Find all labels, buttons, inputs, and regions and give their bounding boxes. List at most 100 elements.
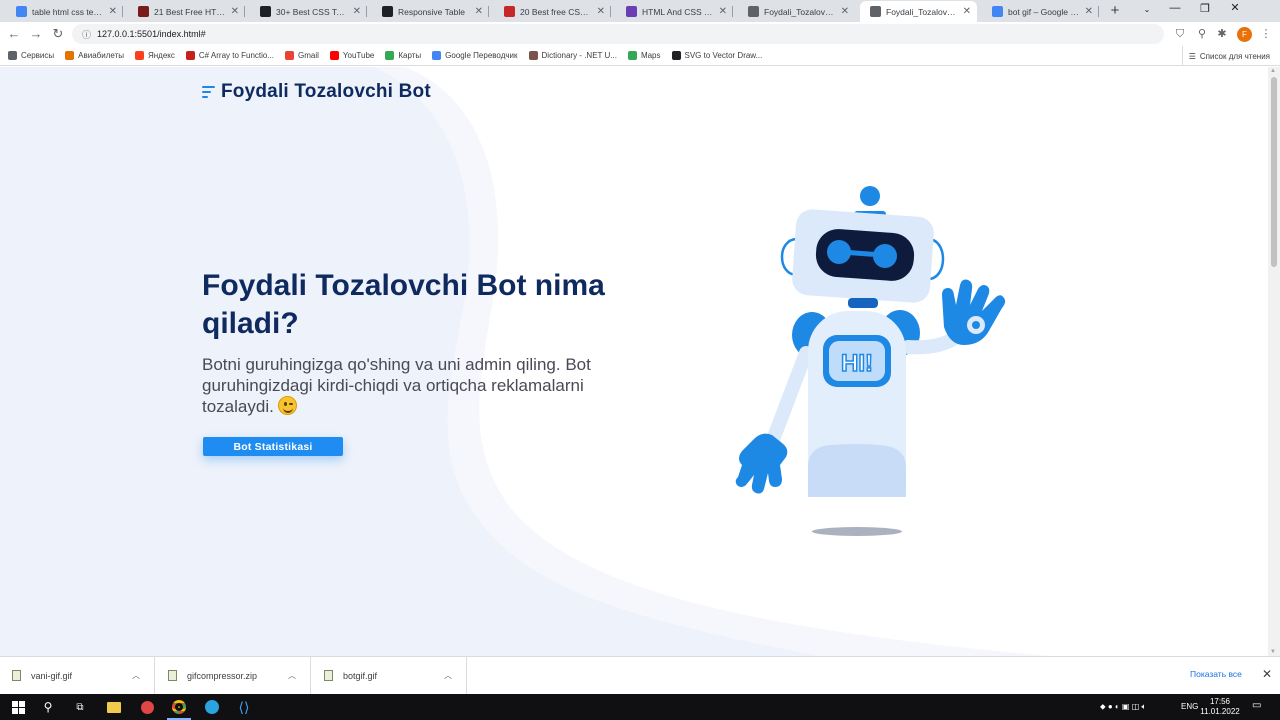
notification-icon[interactable]: ▭ — [1252, 700, 1261, 711]
tab-title: HTML And CSS Tables — [642, 6, 715, 17]
tab-close-icon[interactable]: ✕ — [719, 6, 727, 17]
shield-extension-icon[interactable]: ⛉ — [1172, 26, 1188, 42]
bookmark-favicon-icon — [671, 51, 681, 60]
browser-tab[interactable]: 30+ Best CSS Tables Te ✕ — [250, 1, 367, 22]
bookmark-label: Maps — [640, 51, 661, 60]
bookmark-item[interactable]: SVG to Vector Draw... — [671, 51, 763, 60]
show-all-downloads-button[interactable]: Показать все — [1190, 669, 1242, 679]
tray-icons[interactable]: ⬥ ● ◐ ▣ ◫ 🔈︎ — [1100, 702, 1146, 712]
puzzle-extensions-icon[interactable]: ✱ — [1214, 26, 1230, 42]
tab-close-icon[interactable]: ✕ — [841, 6, 849, 17]
google-icon — [16, 6, 27, 17]
bookmark-favicon-icon — [285, 51, 295, 60]
address-bar[interactable]: ⓘ — [72, 24, 1164, 44]
bookmark-item[interactable]: Maps — [627, 51, 661, 60]
browser-tab[interactable]: HTML And CSS Tables ✕ — [616, 1, 733, 22]
bookmark-item[interactable]: Авиабилеты — [65, 51, 124, 60]
tab-strip: table html css templat✕21 Best Free HTML… — [0, 0, 1280, 22]
forward-icon[interactable]: → — [28, 26, 44, 42]
site-icon — [260, 6, 271, 17]
chevron-up-icon[interactable]: ︿ — [444, 670, 452, 681]
tab-title: 30+ Best CSS Tables Te — [276, 6, 349, 17]
bookmark-label: Gmail — [298, 51, 319, 60]
profile-avatar[interactable]: F — [1237, 27, 1252, 42]
page-viewport: Foydali Tozalovchi Bot Foydali Tozalovch… — [0, 67, 1268, 656]
language-indicator[interactable]: ENG — [1181, 702, 1198, 711]
bookmark-label: Сервисы — [21, 51, 55, 60]
tab-close-icon[interactable]: ✕ — [475, 6, 483, 17]
download-item[interactable]: botgif.gif ︿ — [312, 657, 467, 694]
reload-icon[interactable]: ↻ — [50, 26, 66, 42]
bookmark-item[interactable]: Сервисы — [8, 51, 54, 60]
chevron-up-icon[interactable]: ︿ — [288, 670, 296, 681]
tab-close-icon[interactable]: ✕ — [963, 6, 971, 17]
download-item[interactable]: vani-gif.gif ︿ — [0, 657, 155, 694]
minimize-icon[interactable]: — — [1160, 2, 1190, 14]
logo-bars-icon — [202, 84, 215, 100]
chrome-taskbar-icon[interactable] — [167, 699, 191, 720]
scroll-down-icon[interactable]: ▼ — [1270, 649, 1276, 655]
file-explorer-icon[interactable] — [106, 699, 122, 715]
bookmark-item[interactable]: Google Переводчик — [432, 51, 518, 60]
google-icon — [992, 6, 1003, 17]
scrollbar-thumb[interactable] — [1271, 77, 1277, 267]
vscode-icon[interactable]: ⟨⟩ — [236, 699, 252, 715]
bookmark-item[interactable]: YouTube — [329, 51, 375, 60]
tab-title: Foydali_TozalovchiBot — [886, 6, 959, 17]
bookmark-label: C# Array to Functio... — [198, 51, 275, 60]
bookmark-favicon-icon — [432, 51, 442, 60]
logo-text: Foydali Tozalovchi Bot — [221, 81, 431, 102]
system-clock[interactable]: 17:56 11.01.2022 — [1200, 697, 1240, 717]
app-red-icon[interactable] — [139, 699, 155, 715]
bookmark-label: YouTube — [342, 51, 375, 60]
window-close-icon[interactable]: ✕ — [1220, 1, 1250, 14]
chevron-up-icon[interactable]: ︿ — [132, 670, 140, 681]
telegram-icon[interactable] — [204, 699, 220, 715]
bookmark-item[interactable]: Gmail — [285, 51, 319, 60]
task-view-icon[interactable]: ⧉ — [72, 699, 88, 715]
download-filename: vani-gif.gif — [31, 670, 73, 681]
restore-icon[interactable]: ❐ — [1190, 2, 1220, 15]
browser-tab[interactable]: bot gif – Google Qidir ✕ — [982, 1, 1099, 22]
bookmark-item[interactable]: Карты — [385, 51, 421, 60]
scroll-up-icon[interactable]: ▲ — [1270, 68, 1276, 74]
browser-tab[interactable]: Responsive Table ✕ — [372, 1, 489, 22]
robot-illustration: HI! — [735, 186, 1006, 497]
menu-dots-icon[interactable]: ⋮ — [1258, 26, 1274, 42]
url-input[interactable] — [97, 29, 998, 39]
search-icon[interactable]: ⚲ — [40, 699, 56, 715]
bookmark-item[interactable]: Dictionary - .NET U... — [528, 51, 617, 60]
new-tab-button[interactable]: + — [1106, 3, 1124, 19]
browser-tab[interactable]: 21 Best Free HTML CS ✕ — [128, 1, 245, 22]
file-icon — [168, 670, 177, 681]
download-filename: gifcompressor.zip — [187, 670, 258, 681]
windows-start-icon[interactable] — [10, 699, 26, 715]
tab-search-icon[interactable]: ⌄ — [1132, 5, 1162, 14]
page-scrollbar[interactable]: ▲ ▼ — [1268, 67, 1280, 656]
download-item[interactable]: gifcompressor.zip ︿ — [156, 657, 311, 694]
tab-close-icon[interactable]: ✕ — [597, 6, 605, 17]
browser-tab[interactable]: table html css templat ✕ — [6, 1, 123, 22]
windows-taskbar: ⚲ ⧉ ⟨⟩ ⬥ ● ◐ ▣ ◫ 🔈︎ ENG 17:56 11.01.2022… — [0, 694, 1280, 720]
bookmark-item[interactable]: C# Array to Functio... — [185, 51, 275, 60]
bookmark-item[interactable]: Яндекс — [134, 51, 175, 60]
close-downloads-icon[interactable]: ✕ — [1262, 667, 1272, 681]
site-info-icon[interactable]: ⓘ — [82, 28, 91, 41]
bot-stats-button[interactable]: Bot Statistikasi — [203, 437, 343, 456]
browser-tab[interactable]: Foydali_TozalovchiBot ✕ — [738, 1, 855, 22]
browser-tab[interactable]: Foydali_TozalovchiBot ✕ — [860, 1, 977, 22]
tab-close-icon[interactable]: ✕ — [353, 6, 361, 17]
clock-date: 11.01.2022 — [1200, 707, 1240, 716]
browser-toolbar: ← → ↻ ⓘ ⇪ ☆ ⛉ ⚲ ✱ ⋮ — [0, 22, 1280, 60]
bookmark-label: Авиабилеты — [78, 51, 124, 60]
browser-tab[interactable]: 20 Best free CSS Table ✕ — [494, 1, 611, 22]
tab-close-icon[interactable]: ✕ — [109, 6, 117, 17]
bookmark-label: SVG to Vector Draw... — [684, 51, 763, 60]
tab-close-icon[interactable]: ✕ — [1085, 6, 1093, 17]
site-logo[interactable]: Foydali Tozalovchi Bot — [202, 81, 431, 103]
reading-list-button[interactable]: ☰ Список для чтения — [1181, 46, 1270, 66]
vpn-extension-icon[interactable]: ⚲ — [1194, 26, 1210, 42]
back-icon[interactable]: ← — [6, 26, 22, 42]
bookmark-label: Dictionary - .NET U... — [541, 51, 617, 60]
tab-close-icon[interactable]: ✕ — [231, 6, 239, 17]
